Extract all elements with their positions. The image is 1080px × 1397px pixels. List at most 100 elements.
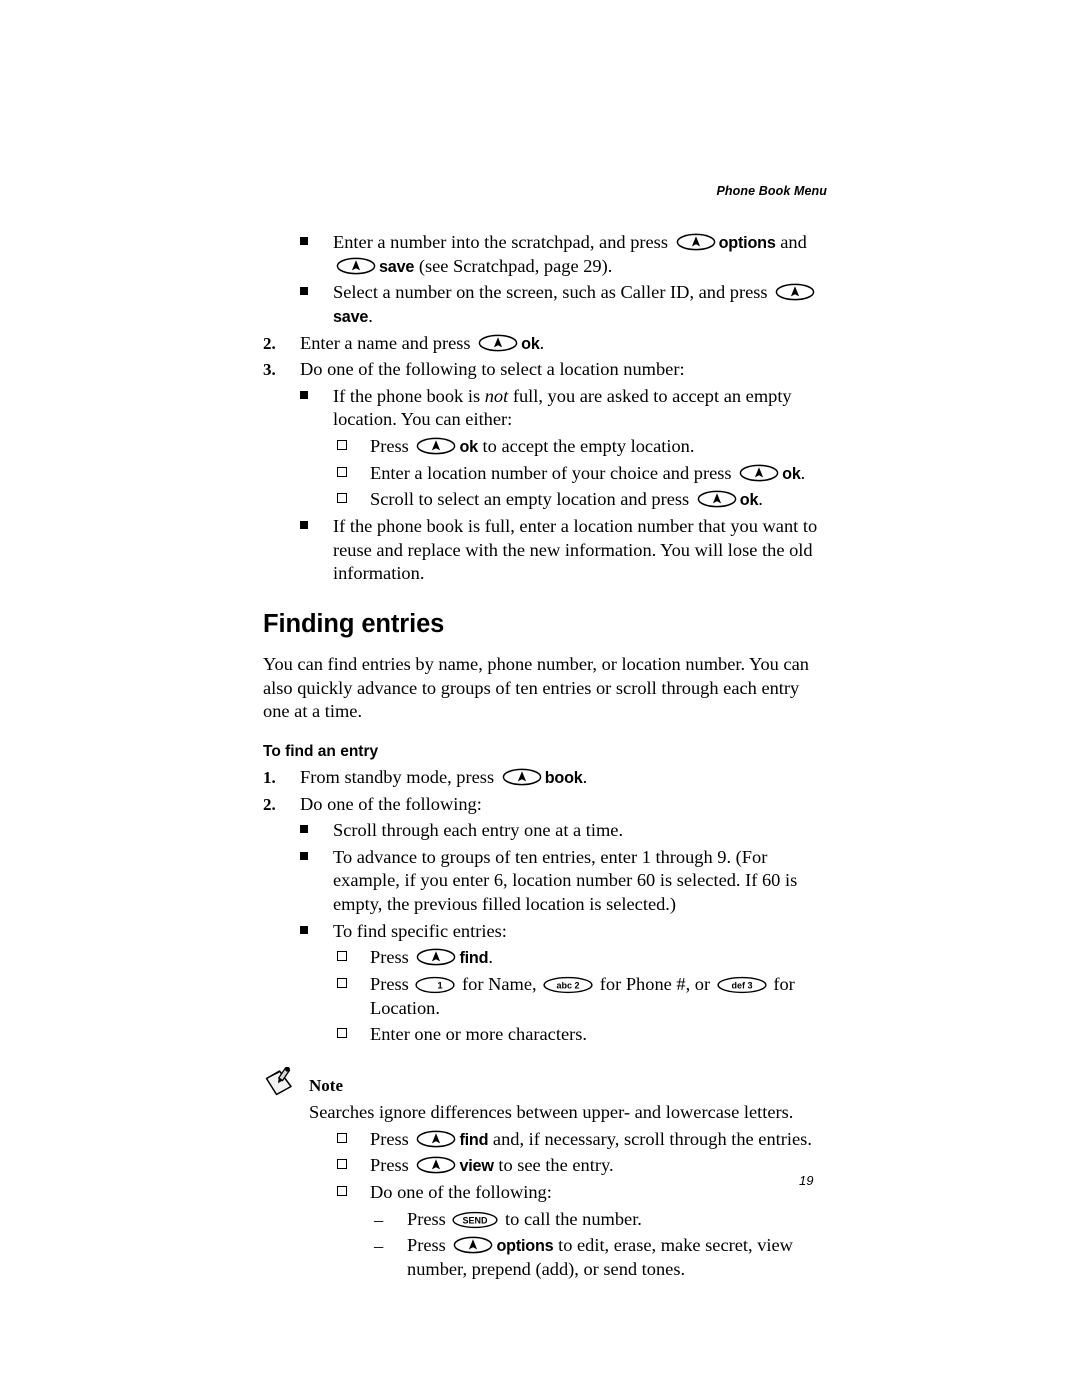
list-item-text: Scroll through each entry one at a time.	[333, 819, 823, 843]
body-text: Scroll to select an empty location and p…	[370, 489, 694, 510]
list-item-text: Press options to edit, erase, make secre…	[407, 1234, 823, 1281]
bullet-hollow-square-icon	[337, 1185, 347, 1196]
list-item-text: To find specific entries:	[333, 920, 823, 944]
softkey-up-arrow-icon[interactable]	[336, 257, 376, 275]
softkey-label: find	[459, 1130, 489, 1149]
bullet-list-item: Scroll to select an empty location and p…	[263, 488, 823, 512]
list-item-text: Do one of the following:	[300, 793, 823, 817]
list-item-text: Scroll to select an empty location and p…	[370, 488, 823, 512]
bullet-square-icon	[300, 287, 308, 296]
body-text: Press	[370, 974, 414, 995]
keypad-key-icon[interactable]: 1	[415, 976, 456, 994]
list-item-text: Select a number on the screen, such as C…	[333, 281, 823, 328]
body-text: Press	[370, 436, 414, 457]
list-marker	[300, 819, 333, 843]
list-marker: 3.	[263, 360, 276, 380]
keypad-key-icon[interactable]: abc 2	[543, 976, 593, 994]
list-marker	[300, 515, 333, 539]
bullet-dash-icon: –	[374, 1209, 384, 1230]
bullet-hollow-square-icon	[337, 493, 347, 504]
list-item-text: Enter a number into the scratchpad, and …	[333, 231, 823, 278]
softkey-up-arrow-icon[interactable]	[453, 1236, 493, 1254]
bullet-square-icon	[300, 521, 308, 530]
keypad-key-icon[interactable]: def 3	[717, 976, 767, 994]
section-heading: Finding entries	[263, 609, 445, 638]
body-text: Enter a location number of your choice a…	[370, 462, 737, 483]
softkey-label: ok	[782, 464, 801, 483]
bullet-square-icon	[300, 390, 308, 399]
bullet-list-item: Scroll through each entry one at a time.	[263, 819, 823, 843]
list-item-text: Enter a location number of your choice a…	[370, 462, 823, 486]
bullet-hollow-square-icon	[337, 978, 347, 989]
body-text: You can find entries by name, phone numb…	[263, 653, 809, 722]
body-text: Press	[407, 1208, 451, 1229]
softkey-label: view	[459, 1157, 494, 1176]
list-marker	[337, 1128, 370, 1152]
list-marker	[337, 1023, 370, 1047]
list-item-text: Enter one or more characters.	[370, 1023, 823, 1047]
list-marker: 1.	[263, 767, 276, 787]
body-text: Do one of the following:	[370, 1181, 552, 1202]
softkey-label: options	[718, 234, 776, 252]
body-text: Enter a name and press	[300, 332, 476, 353]
list-item-text: Press ok to accept the empty location.	[370, 435, 823, 459]
softkey-up-arrow-icon[interactable]	[416, 1130, 456, 1148]
softkey-label: book	[544, 768, 583, 787]
bullet-list-item: Enter a location number of your choice a…	[263, 462, 823, 486]
softkey-label: save	[333, 307, 369, 326]
softkey-up-arrow-icon[interactable]	[416, 437, 456, 455]
svg-text:abc 2: abc 2	[557, 981, 580, 991]
list-item-text: Press find.	[370, 946, 823, 970]
body-text: Press	[370, 1155, 414, 1176]
body-text: Scroll through each entry one at a time.	[333, 820, 624, 841]
body-text: To advance to groups of ten entries, ent…	[333, 846, 798, 915]
body-text: If the phone book is full, enter a locat…	[333, 516, 818, 584]
body-text: for Phone #, or	[595, 974, 715, 995]
body-text: for Name,	[457, 974, 542, 995]
bullet-hollow-square-icon	[337, 440, 347, 451]
softkey-up-arrow-icon[interactable]	[739, 464, 779, 482]
softkey-up-arrow-icon[interactable]	[478, 334, 518, 352]
list-marker	[300, 281, 333, 305]
list-marker	[337, 1154, 370, 1178]
body-text: to see the entry.	[493, 1155, 614, 1176]
list-marker	[300, 846, 333, 870]
page-number: 19	[799, 1173, 814, 1188]
softkey-label: save	[379, 257, 415, 276]
bullet-list-item: Do one of the following:	[263, 1181, 823, 1205]
body-text: Enter a number into the scratchpad, and …	[333, 232, 673, 252]
body-text: To find specific entries:	[333, 920, 507, 941]
paragraph: You can find entries by name, phone numb…	[263, 653, 823, 724]
bullet-list-item: – Press options to edit, erase, make secr…	[263, 1234, 823, 1281]
list-marker	[300, 920, 333, 944]
bullet-hollow-square-icon	[337, 951, 347, 962]
list-item-text: Enter a name and press ok.	[300, 332, 823, 356]
bullet-hollow-square-icon	[337, 1132, 347, 1143]
softkey-label: ok	[739, 491, 759, 510]
softkey-label: ok	[459, 438, 478, 457]
bullet-list-item: Press find.	[263, 946, 823, 970]
bullet-hollow-square-icon	[337, 1028, 347, 1039]
list-item-text: Press SEND to call the number.	[407, 1208, 823, 1232]
list-item-text: Press view to see the entry.	[370, 1154, 823, 1178]
list-marker	[337, 946, 370, 970]
numbered-list-item: 2. Do one of the following:	[263, 793, 823, 817]
list-item-text: If the phone book is full, enter a locat…	[333, 515, 823, 586]
softkey-up-arrow-icon[interactable]	[502, 768, 542, 786]
body-text: and	[775, 232, 807, 252]
softkey-up-arrow-icon[interactable]	[416, 948, 456, 966]
softkey-up-arrow-icon[interactable]	[697, 490, 737, 508]
list-marker: –	[374, 1208, 407, 1232]
bullet-list-item: If the phone book is full, enter a locat…	[263, 515, 823, 586]
softkey-up-arrow-icon[interactable]	[676, 233, 716, 251]
sub-heading: To find an entry	[263, 742, 379, 760]
keypad-key-icon[interactable]: SEND	[452, 1211, 499, 1229]
body-text: .	[582, 766, 588, 787]
list-marker: –	[374, 1234, 407, 1258]
list-item-text: From standby mode, press book.	[300, 766, 823, 790]
softkey-up-arrow-icon[interactable]	[775, 283, 815, 301]
body-text: and, if necessary, scroll through the en…	[488, 1128, 812, 1149]
list-marker	[300, 231, 333, 255]
svg-text:SEND: SEND	[463, 1215, 489, 1225]
softkey-up-arrow-icon[interactable]	[416, 1156, 456, 1174]
